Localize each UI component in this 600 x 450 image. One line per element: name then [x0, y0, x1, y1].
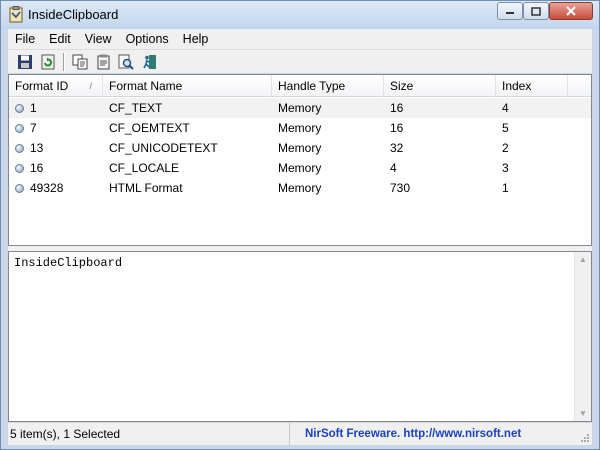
- window-title: InsideClipboard: [28, 7, 119, 22]
- nirsoft-link[interactable]: NirSoft Freeware. http://www.nirsoft.net: [290, 428, 521, 440]
- cell-format-name: CF_LOCALE: [109, 161, 180, 175]
- column-header-filler: [568, 75, 591, 97]
- close-icon: [566, 6, 576, 16]
- column-header-label: Handle Type: [278, 79, 346, 93]
- cell-format-id: 16: [9, 158, 103, 178]
- cell-format-id: 13: [9, 138, 103, 158]
- cell-handle-type: Memory: [278, 161, 322, 175]
- copy-button[interactable]: [71, 53, 89, 71]
- exit-button[interactable]: [140, 53, 158, 71]
- format-icon: [15, 143, 24, 153]
- cell-format-name: CF_UNICODETEXT: [109, 141, 218, 155]
- find-icon: [118, 54, 134, 70]
- cell-size: 16: [390, 121, 404, 135]
- status-bar: 5 item(s), 1 Selected NirSoft Freeware. …: [8, 422, 592, 446]
- format-id-text: 7: [30, 121, 37, 135]
- column-header-label: Format ID: [15, 79, 69, 93]
- cell-index: 2: [502, 141, 509, 155]
- format-icon: [15, 163, 24, 173]
- close-button[interactable]: [549, 2, 593, 20]
- caption-buttons: [497, 2, 593, 20]
- cell-size: 32: [390, 141, 404, 155]
- clipboard-preview-text[interactable]: InsideClipboard ▲ ▼: [8, 251, 592, 422]
- save-button[interactable]: [16, 53, 34, 71]
- cell-format-name: HTML Format: [109, 181, 183, 195]
- cell-format-id: 7: [9, 118, 103, 138]
- table-row[interactable]: 7 CF_OEMTEXT Memory 16 5: [9, 118, 591, 138]
- cell-handle-type: Memory: [278, 121, 322, 135]
- format-id-text: 13: [30, 141, 44, 155]
- maximize-icon: [531, 6, 541, 16]
- cell-index: 4: [502, 101, 509, 115]
- table-row[interactable]: 49328 HTML Format Memory 730 1: [9, 178, 591, 198]
- menu-options[interactable]: Options: [119, 29, 176, 49]
- copy-icon: [72, 54, 88, 69]
- clipboard-app-icon[interactable]: [8, 6, 24, 23]
- properties-icon: [97, 54, 110, 69]
- vertical-scrollbar[interactable]: ▲ ▼: [574, 252, 591, 421]
- list-header: Format ID / Format Name Handle Type Size…: [9, 75, 591, 97]
- sort-indicator-icon: /: [89, 81, 92, 91]
- column-header-label: Format Name: [109, 79, 183, 93]
- cell-format-id: 49328: [9, 178, 103, 198]
- format-id-text: 16: [30, 161, 44, 175]
- table-row[interactable]: 16 CF_LOCALE Memory 4 3: [9, 158, 591, 178]
- cell-index: 1: [502, 181, 509, 195]
- properties-button[interactable]: [94, 53, 112, 71]
- preview-content: InsideClipboard: [14, 256, 123, 270]
- menu-edit[interactable]: Edit: [42, 29, 78, 49]
- menu-file[interactable]: File: [8, 29, 42, 49]
- format-icon: [15, 103, 24, 113]
- scroll-down-icon[interactable]: ▼: [579, 409, 587, 418]
- find-button[interactable]: [117, 53, 135, 71]
- format-id-text: 49328: [30, 181, 64, 195]
- cell-format-id: 1: [9, 98, 103, 118]
- column-header-format-name[interactable]: Format Name: [103, 75, 272, 97]
- menu-bar: File Edit View Options Help: [8, 29, 592, 49]
- format-icon: [15, 183, 24, 193]
- table-row[interactable]: 1 CF_TEXT Memory 16 4: [9, 98, 591, 118]
- cell-handle-type: Memory: [278, 181, 322, 195]
- toolbar-separator: [63, 52, 65, 71]
- cell-size: 4: [390, 161, 397, 175]
- cell-handle-type: Memory: [278, 101, 322, 115]
- table-row[interactable]: 13 CF_UNICODETEXT Memory 32 2: [9, 138, 591, 158]
- refresh-button[interactable]: [39, 53, 57, 71]
- column-header-handle-type[interactable]: Handle Type: [272, 75, 384, 97]
- cell-index: 3: [502, 161, 509, 175]
- column-header-label: Index: [502, 79, 532, 93]
- app-window: InsideClipboard File Edit View Options H…: [0, 0, 600, 450]
- format-id-text: 1: [30, 101, 37, 115]
- cell-format-name: CF_TEXT: [109, 101, 163, 115]
- cell-handle-type: Memory: [278, 141, 322, 155]
- status-item-count: 5 item(s), 1 Selected: [8, 422, 290, 446]
- menu-view[interactable]: View: [78, 29, 119, 49]
- refresh-icon: [41, 54, 55, 69]
- column-header-label: Size: [390, 79, 414, 93]
- save-icon: [18, 54, 32, 69]
- column-header-size[interactable]: Size: [384, 75, 496, 97]
- minimize-button[interactable]: [497, 2, 523, 20]
- cell-index: 5: [502, 121, 509, 135]
- title-bar[interactable]: InsideClipboard: [1, 1, 599, 29]
- column-header-index[interactable]: Index: [496, 75, 568, 97]
- cell-size: 730: [390, 181, 411, 195]
- toolbar: [8, 49, 592, 73]
- exit-icon: [143, 54, 156, 69]
- minimize-icon: [506, 12, 514, 14]
- list-body: 1 CF_TEXT Memory 16 4 7 CF_OEMTEXT Memor…: [9, 98, 591, 198]
- menu-help[interactable]: Help: [176, 29, 216, 49]
- format-icon: [15, 123, 24, 133]
- cell-format-name: CF_OEMTEXT: [109, 121, 190, 135]
- column-header-format-id[interactable]: Format ID /: [9, 75, 103, 97]
- resize-grip-icon[interactable]: [580, 433, 590, 443]
- clipboard-format-list[interactable]: Format ID / Format Name Handle Type Size…: [8, 74, 592, 246]
- cell-size: 16: [390, 101, 404, 115]
- maximize-button[interactable]: [523, 2, 549, 20]
- scroll-up-icon[interactable]: ▲: [579, 255, 587, 264]
